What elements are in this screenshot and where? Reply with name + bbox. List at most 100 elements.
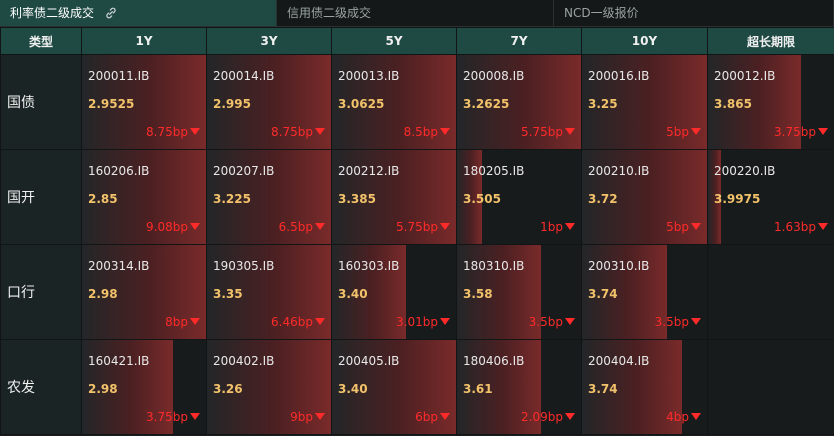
bond-cell[interactable]: 200402.IB 3.26 9bp xyxy=(206,339,332,435)
rate-change: 8.75bp xyxy=(271,125,325,139)
down-arrow-icon xyxy=(818,128,828,135)
bond-cell[interactable]: 200210.IB 3.72 5bp xyxy=(581,149,708,245)
rate-change-value: 8.5bp xyxy=(403,125,438,139)
header-7y[interactable]: 7Y xyxy=(456,27,582,55)
bond-cell[interactable]: 200014.IB 2.995 8.75bp xyxy=(206,54,332,150)
bond-code: 200011.IB xyxy=(88,69,150,83)
bond-cell[interactable]: 160303.IB 3.40 3.01bp xyxy=(331,244,457,340)
rate-change-value: 1.63bp xyxy=(774,220,816,234)
bond-rate: 2.9525 xyxy=(88,97,135,111)
bond-code: 200012.IB xyxy=(714,69,776,83)
header-3y[interactable]: 3Y xyxy=(206,27,332,55)
bond-code: 200310.IB xyxy=(588,259,650,273)
header-10y[interactable]: 10Y xyxy=(581,27,708,55)
bond-cell[interactable]: 190305.IB 3.35 6.46bp xyxy=(206,244,332,340)
header-ultra-long[interactable]: 超长期限 xyxy=(707,27,834,55)
rate-change-value: 3.75bp xyxy=(146,410,188,424)
bond-cell[interactable]: 200310.IB 3.74 3.5bp xyxy=(581,244,708,340)
bond-code: 180310.IB xyxy=(463,259,525,273)
bond-rate: 3.2625 xyxy=(463,97,510,111)
bond-cell[interactable]: 200314.IB 2.98 8bp xyxy=(81,244,207,340)
down-arrow-icon xyxy=(691,318,701,325)
rate-change-value: 5.75bp xyxy=(396,220,438,234)
bond-cell[interactable]: 200404.IB 3.74 4bp xyxy=(581,339,708,435)
rate-change: 3.75bp xyxy=(774,125,828,139)
bond-code: 180406.IB xyxy=(463,354,525,368)
down-arrow-icon xyxy=(190,318,200,325)
bond-cell[interactable]: 200220.IB 3.9975 1.63bp xyxy=(707,149,834,245)
bond-rate: 3.9975 xyxy=(714,192,761,206)
bond-code: 200207.IB xyxy=(213,164,275,178)
down-arrow-icon xyxy=(565,223,575,230)
rate-change-value: 5bp xyxy=(666,125,689,139)
bond-rate: 3.26 xyxy=(213,382,243,396)
tab-label: 利率债二级成交 xyxy=(10,6,95,20)
rate-change-value: 3.5bp xyxy=(654,315,689,329)
down-arrow-icon xyxy=(440,318,450,325)
down-arrow-icon xyxy=(691,223,701,230)
rate-change-value: 2.09bp xyxy=(521,410,563,424)
bond-rate: 3.25 xyxy=(588,97,618,111)
bond-cell[interactable]: 200016.IB 3.25 5bp xyxy=(581,54,708,150)
empty-cell xyxy=(707,339,834,435)
bond-cell[interactable]: 200013.IB 3.0625 8.5bp xyxy=(331,54,457,150)
bond-cell[interactable]: 180406.IB 3.61 2.09bp xyxy=(456,339,582,435)
rate-change: 4bp xyxy=(666,410,701,424)
bond-rate: 2.98 xyxy=(88,287,118,301)
bond-cell[interactable]: 180310.IB 3.58 3.5bp xyxy=(456,244,582,340)
bond-code: 160421.IB xyxy=(88,354,150,368)
tab-bar: 利率债二级成交 信用债二级成交 NCD一级报价 xyxy=(0,0,834,27)
down-arrow-icon xyxy=(315,318,325,325)
bond-rate: 3.40 xyxy=(338,287,368,301)
rate-change: 9bp xyxy=(290,410,325,424)
rate-change-value: 9bp xyxy=(290,410,313,424)
tab-label: NCD一级报价 xyxy=(564,6,639,20)
down-arrow-icon xyxy=(440,413,450,420)
header-1y[interactable]: 1Y xyxy=(81,27,207,55)
down-arrow-icon xyxy=(190,128,200,135)
rate-change: 8.5bp xyxy=(404,125,450,139)
bond-code: 160206.IB xyxy=(88,164,150,178)
bond-code: 190305.IB xyxy=(213,259,275,273)
rate-change: 2.09bp xyxy=(521,410,575,424)
rate-change: 8.75bp xyxy=(146,125,200,139)
rate-change-value: 8.75bp xyxy=(271,125,313,139)
bond-code: 200210.IB xyxy=(588,164,650,178)
down-arrow-icon xyxy=(691,128,701,135)
bond-cell[interactable]: 200212.IB 3.385 5.75bp xyxy=(331,149,457,245)
bond-cell[interactable]: 200012.IB 3.865 3.75bp xyxy=(707,54,834,150)
bond-cell[interactable]: 160421.IB 2.98 3.75bp xyxy=(81,339,207,435)
bond-cell[interactable]: 200011.IB 2.9525 8.75bp xyxy=(81,54,207,150)
bond-code: 200008.IB xyxy=(463,69,525,83)
tab-rate-bond-trades[interactable]: 利率债二级成交 xyxy=(0,0,277,26)
bond-rate: 3.225 xyxy=(213,192,251,206)
down-arrow-icon xyxy=(315,223,325,230)
bond-code: 200014.IB xyxy=(213,69,275,83)
rate-change-value: 3.01bp xyxy=(396,315,438,329)
bond-rate: 2.98 xyxy=(88,382,118,396)
bond-code: 200013.IB xyxy=(338,69,400,83)
bond-code: 200212.IB xyxy=(338,164,400,178)
bond-cell[interactable]: 200405.IB 3.40 6bp xyxy=(331,339,457,435)
bond-cell[interactable]: 180205.IB 3.505 1bp xyxy=(456,149,582,245)
down-arrow-icon xyxy=(565,318,575,325)
bond-rate: 2.85 xyxy=(88,192,118,206)
row-label: 口行 xyxy=(0,244,82,340)
bond-cell[interactable]: 200207.IB 3.225 6.5bp xyxy=(206,149,332,245)
bond-rate: 3.58 xyxy=(463,287,493,301)
rate-change-value: 8.75bp xyxy=(146,125,188,139)
bond-cell[interactable]: 200008.IB 3.2625 5.75bp xyxy=(456,54,582,150)
header-5y[interactable]: 5Y xyxy=(331,27,457,55)
tab-credit-bond-trades[interactable]: 信用债二级成交 xyxy=(277,0,554,26)
rate-change: 8bp xyxy=(165,315,200,329)
table-header-row: 类型 1Y 3Y 5Y 7Y 10Y 超长期限 xyxy=(0,27,834,55)
rate-change-value: 8bp xyxy=(165,315,188,329)
rate-change-value: 3.5bp xyxy=(528,315,563,329)
down-arrow-icon xyxy=(440,128,450,135)
link-icon[interactable] xyxy=(104,6,118,20)
down-arrow-icon xyxy=(565,413,575,420)
bond-rate: 3.35 xyxy=(213,287,243,301)
tab-ncd-quotes[interactable]: NCD一级报价 xyxy=(554,0,834,26)
bond-cell[interactable]: 160206.IB 2.85 9.08bp xyxy=(81,149,207,245)
rate-change: 5.75bp xyxy=(521,125,575,139)
